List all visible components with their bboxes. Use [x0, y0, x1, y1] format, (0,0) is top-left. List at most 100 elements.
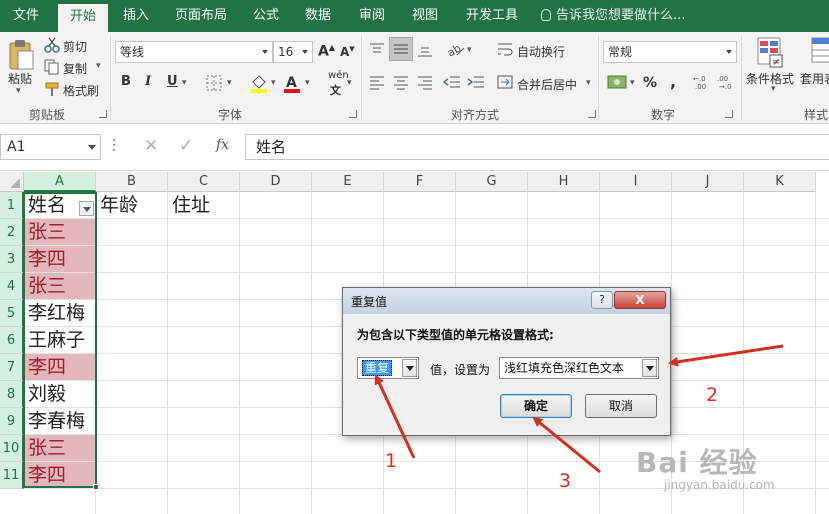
column-header-b[interactable]: B — [96, 172, 168, 192]
font-color-icon[interactable]: A — [283, 73, 301, 93]
fill-handle[interactable] — [93, 484, 99, 490]
row-header-9[interactable]: 9 — [0, 408, 24, 435]
decrease-decimal-icon[interactable]: .00 →.0 — [716, 73, 736, 91]
chevron-down-icon[interactable] — [258, 42, 272, 62]
enter-icon[interactable]: ✓ — [179, 136, 193, 156]
cancel-icon[interactable]: ✕ — [144, 136, 158, 156]
formula-input[interactable]: 姓名 — [245, 134, 829, 160]
column-header-c[interactable]: C — [168, 172, 240, 192]
column-header-d[interactable]: D — [240, 172, 312, 192]
ok-button[interactable]: 确定 — [500, 394, 572, 418]
tab-review[interactable]: 审阅 — [350, 0, 394, 32]
clipboard-launcher-icon[interactable] — [99, 110, 107, 118]
number-launcher-icon[interactable] — [725, 110, 733, 118]
name-box[interactable]: A1 — [0, 134, 101, 160]
conditional-formatting-icon[interactable]: ≠ — [757, 37, 785, 69]
orientation-icon[interactable]: ab — [446, 40, 466, 58]
dialog-title-bar[interactable]: 重复值 ? X — [343, 288, 670, 314]
cancel-button[interactable]: 取消 — [585, 394, 657, 418]
font-name-combo[interactable]: 等线 — [115, 41, 273, 63]
align-bottom-icon[interactable] — [417, 42, 433, 58]
cut-button[interactable]: 剪切 — [63, 38, 87, 55]
row-header-1[interactable]: 1 — [0, 192, 24, 219]
increase-decimal-icon[interactable]: ←.0 .00 — [692, 73, 712, 91]
paste-dropdown-icon[interactable]: ▾ — [16, 86, 21, 96]
row-header-10[interactable]: 10 — [0, 435, 24, 462]
conditional-formatting-button[interactable]: 条件格式 — [746, 70, 794, 87]
grow-font-icon[interactable]: A▲ — [318, 43, 335, 60]
column-header-j[interactable]: J — [672, 172, 744, 192]
shrink-font-icon[interactable]: A▼ — [340, 45, 355, 59]
format-style-select[interactable]: 浅红填充色深红色文本 — [499, 357, 659, 379]
merge-dropdown-icon[interactable]: ▾ — [586, 78, 591, 88]
copy-button[interactable]: 复制 — [63, 60, 87, 77]
row-header-5[interactable]: 5 — [0, 300, 24, 327]
scissors-icon[interactable] — [44, 37, 60, 53]
row-header-6[interactable]: 6 — [0, 327, 24, 354]
wrap-text-button[interactable]: 自动换行 — [517, 43, 565, 60]
align-middle-button[interactable] — [389, 37, 413, 61]
tab-home[interactable]: 开始 — [58, 4, 108, 32]
tab-data[interactable]: 数据 — [296, 0, 340, 32]
tell-me-box[interactable]: 告诉我您想要做什么... — [541, 0, 685, 32]
comma-button[interactable]: , — [670, 72, 676, 91]
close-button[interactable]: X — [614, 291, 666, 309]
column-header-k[interactable]: K — [744, 172, 816, 192]
tab-file[interactable]: 文件 — [0, 0, 52, 32]
row-header-8[interactable]: 8 — [0, 381, 24, 408]
decrease-indent-icon[interactable] — [443, 74, 461, 90]
row-header-11[interactable]: 11 — [0, 462, 24, 489]
cell-c1[interactable]: 住址 — [168, 192, 240, 219]
percent-button[interactable]: % — [643, 75, 657, 91]
align-left-icon[interactable] — [369, 74, 385, 90]
tab-page-layout[interactable]: 页面布局 — [168, 0, 234, 32]
column-header-h[interactable]: H — [528, 172, 600, 192]
tab-formulas[interactable]: 公式 — [244, 0, 288, 32]
fill-color-dropdown-icon[interactable]: ▾ — [271, 78, 276, 88]
borders-dropdown-icon[interactable]: ▾ — [227, 78, 232, 88]
cell-b1[interactable]: 年龄 — [96, 192, 168, 219]
font-color-dropdown-icon[interactable]: ▾ — [305, 78, 310, 88]
tab-view[interactable]: 视图 — [403, 0, 447, 32]
format-as-table-icon[interactable] — [808, 37, 829, 69]
currency-icon[interactable] — [607, 73, 629, 91]
row-header-3[interactable]: 3 — [0, 246, 24, 273]
row-header-7[interactable]: 7 — [0, 354, 24, 381]
column-header-i[interactable]: I — [600, 172, 672, 192]
chevron-down-icon[interactable] — [402, 359, 417, 377]
format-as-table-button[interactable]: 套用表格格式 — [800, 70, 829, 87]
increase-indent-icon[interactable] — [467, 74, 485, 90]
format-painter-icon[interactable] — [44, 81, 60, 97]
number-format-combo[interactable]: 常规 — [603, 41, 737, 63]
format-painter-button[interactable]: 格式刷 — [63, 82, 99, 99]
row-header-4[interactable]: 4 — [0, 273, 24, 300]
tab-developer[interactable]: 开发工具 — [459, 0, 525, 32]
chevron-down-icon[interactable] — [298, 42, 312, 62]
italic-button[interactable]: I — [145, 74, 151, 89]
wrap-text-icon[interactable] — [497, 41, 513, 57]
align-center-icon[interactable] — [393, 74, 409, 90]
paste-icon[interactable] — [7, 38, 35, 72]
underline-dropdown-icon[interactable]: ▾ — [182, 78, 187, 88]
font-launcher-icon[interactable] — [349, 110, 357, 118]
fill-color-icon[interactable] — [249, 73, 269, 93]
drag-handle[interactable] — [113, 139, 117, 155]
column-header-g[interactable]: G — [456, 172, 528, 192]
borders-icon[interactable] — [206, 75, 222, 91]
chevron-down-icon[interactable] — [642, 359, 657, 377]
paste-button[interactable]: 粘贴 — [8, 70, 32, 87]
alignment-launcher-icon[interactable] — [588, 110, 596, 118]
align-right-icon[interactable] — [417, 74, 433, 90]
merge-center-icon[interactable] — [497, 74, 513, 90]
tab-insert[interactable]: 插入 — [114, 0, 158, 32]
orientation-dropdown-icon[interactable]: ▾ — [467, 45, 472, 55]
conditional-dropdown-icon[interactable]: ▾ — [771, 84, 776, 94]
row-header-2[interactable]: 2 — [0, 219, 24, 246]
copy-dropdown-icon[interactable]: ▾ — [96, 61, 101, 71]
merge-center-button[interactable]: 合并后居中 — [517, 76, 577, 93]
help-button[interactable]: ? — [591, 291, 613, 309]
column-header-a[interactable]: A — [24, 172, 96, 192]
chevron-down-icon[interactable] — [88, 145, 96, 150]
insert-function-button[interactable]: fx — [216, 137, 229, 153]
bold-button[interactable]: B — [121, 74, 131, 89]
